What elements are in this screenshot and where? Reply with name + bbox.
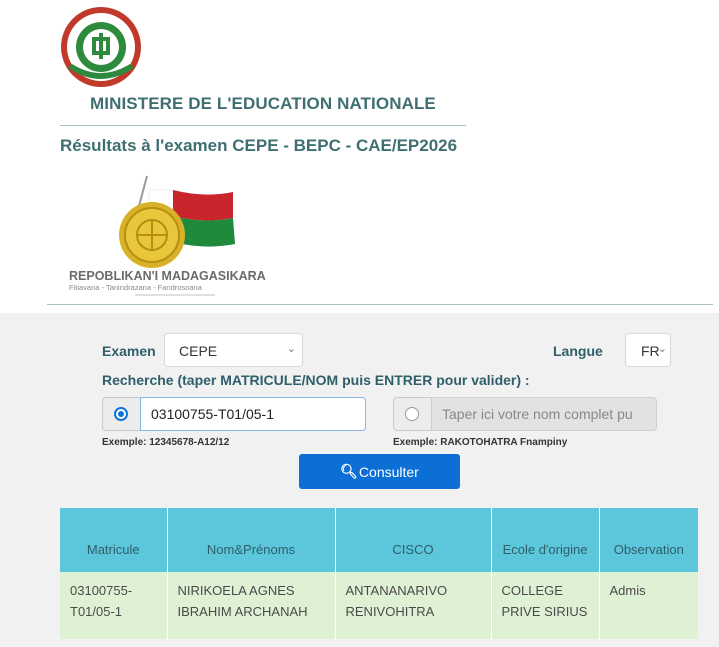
name-radio[interactable]: [405, 407, 419, 421]
emblem-motto: Fitiavana - Tanindrazana - Fandrosoana: [69, 283, 203, 292]
cell-nom: NIRIKOELA AGNES IBRAHIM ARCHANAH: [167, 572, 336, 639]
search-icon: 🔍︎: [340, 463, 358, 479]
ministry-title: MINISTERE DE L'EDUCATION NATIONALE: [90, 94, 436, 113]
column-header-observation: Observation: [599, 508, 698, 572]
matricule-radio[interactable]: [114, 407, 128, 421]
table-header-row: Matricule Nom&Prénoms CISCO Ecole d'orig…: [60, 508, 698, 572]
column-header-nom: Nom&Prénoms: [167, 508, 336, 572]
consult-button[interactable]: 🔍︎ Consulter: [299, 454, 460, 489]
name-search-group: Taper ici votre nom complet pu: [393, 397, 657, 431]
consult-button-label: Consulter: [358, 463, 419, 480]
header-divider: [60, 125, 466, 126]
table-row: 03100755-T01/05-1 NIRIKOELA AGNES IBRAHI…: [60, 572, 698, 639]
emblem-lettering: REPOBLIKAN'I MADAGASIKARA: [69, 269, 266, 283]
name-radio-addon[interactable]: [393, 397, 431, 431]
cell-ecole: COLLEGE PRIVE SIRIUS: [491, 572, 600, 639]
language-select[interactable]: FR ⌄: [625, 333, 671, 367]
cell-observation: Admis: [599, 572, 698, 639]
language-label: Langue: [553, 343, 603, 359]
exam-select-value: CEPE: [179, 343, 218, 359]
column-header-cisco: CISCO: [335, 508, 492, 572]
name-example: Exemple: RAKOTOHATRA Fnampiny: [393, 437, 568, 448]
section-divider: [47, 304, 713, 305]
search-label: Recherche (taper MATRICULE/NOM puis ENTR…: [102, 372, 530, 388]
matricule-input[interactable]: 03100755-T01/05-1: [140, 397, 366, 431]
ministry-seal-icon: [61, 7, 141, 87]
matricule-example: Exemple: 12345678-A12/12: [102, 437, 230, 448]
results-title: Résultats à l'examen CEPE - BEPC - CAE/E…: [60, 136, 458, 155]
results-table: Matricule Nom&Prénoms CISCO Ecole d'orig…: [60, 508, 698, 639]
exam-select[interactable]: CEPE ⌄: [164, 333, 303, 367]
chevron-down-icon: ⌄: [657, 343, 667, 355]
exam-label: Examen: [102, 343, 156, 359]
cell-cisco: ANTANANARIVO RENIVOHITRA: [335, 572, 492, 639]
chevron-down-icon: ⌄: [286, 343, 296, 355]
matricule-search-group: 03100755-T01/05-1: [102, 397, 366, 431]
cell-matricule: 03100755-T01/05-1: [60, 572, 168, 639]
matricule-radio-addon[interactable]: [102, 397, 140, 431]
name-input[interactable]: Taper ici votre nom complet pu: [431, 397, 657, 431]
column-header-ecole: Ecole d'origine: [491, 508, 600, 572]
column-header-matricule: Matricule: [60, 508, 168, 572]
repoblika-madagasikara-emblem-icon: REPOBLIKAN'I MADAGASIKARA Fitiavana - Ta…: [69, 175, 266, 296]
